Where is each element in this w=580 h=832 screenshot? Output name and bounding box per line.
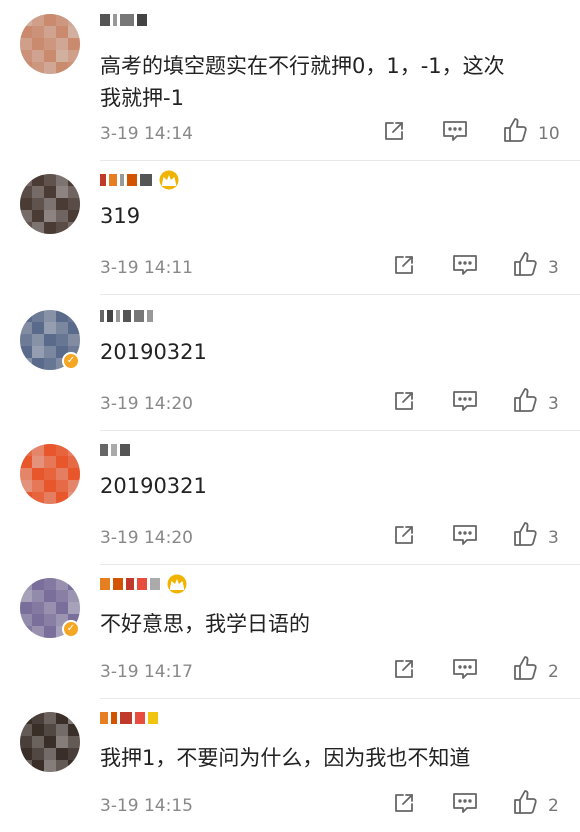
divider: [100, 294, 580, 295]
share-icon[interactable]: [392, 791, 416, 815]
comment-item[interactable]: ✓ 20190321 3-19 14:20 3: [0, 296, 580, 431]
like-count: 3: [548, 258, 559, 278]
username[interactable]: [100, 10, 147, 30]
comment-item[interactable]: ✓ 不好意思，我学日语的 3-19 14:17 2: [0, 564, 580, 699]
comment-text: 20190321: [100, 474, 207, 498]
crown-icon: [157, 170, 181, 190]
thumbs-up-icon[interactable]: [512, 251, 538, 277]
comment-text: 20190321: [100, 340, 207, 364]
comment-time: 3-19 14:20: [100, 394, 193, 414]
comment-icon[interactable]: [452, 523, 478, 547]
username[interactable]: [100, 440, 130, 460]
comment-text-line1: 高考的填空题实在不行就押0，1，-1，这次: [100, 54, 505, 78]
like-count: 3: [548, 394, 559, 414]
comment-item[interactable]: 我押1，不要问为什么，因为我也不知道 3-19 14:15 2: [0, 698, 580, 832]
verified-badge-icon: ✓: [62, 352, 80, 370]
share-icon[interactable]: [392, 389, 416, 413]
comment-text: 319: [100, 204, 141, 228]
username[interactable]: [100, 574, 189, 594]
comment-time: 3-19 14:17: [100, 662, 193, 682]
thumbs-up-icon[interactable]: [512, 387, 538, 413]
like-count: 10: [538, 124, 560, 144]
comment-icon[interactable]: [452, 253, 478, 277]
comment-time: 3-19 14:11: [100, 258, 193, 278]
crown-icon: [165, 574, 189, 594]
comment-time: 3-19 14:15: [100, 796, 193, 816]
like-count: 2: [548, 662, 559, 682]
username[interactable]: [100, 708, 158, 728]
share-icon[interactable]: [392, 657, 416, 681]
thumbs-up-icon[interactable]: [512, 655, 538, 681]
comment-text: 我押1，不要问为什么，因为我也不知道: [100, 746, 471, 770]
comment-item[interactable]: 20190321 3-19 14:20 3: [0, 430, 580, 565]
thumbs-up-icon[interactable]: [502, 117, 528, 143]
avatar[interactable]: [20, 712, 80, 772]
verified-badge-icon: ✓: [62, 620, 80, 638]
avatar[interactable]: [20, 14, 80, 74]
comment-item[interactable]: 高考的填空题实在不行就押0，1，-1，这次 我就押-1 3-19 14:14 1…: [0, 0, 580, 161]
avatar[interactable]: [20, 444, 80, 504]
username[interactable]: [100, 306, 153, 326]
comment-item[interactable]: 319 3-19 14:11 3: [0, 160, 580, 295]
thumbs-up-icon[interactable]: [512, 789, 538, 815]
comment-time: 3-19 14:14: [100, 124, 193, 144]
username[interactable]: [100, 170, 181, 190]
comment-text-line2: 我就押-1: [100, 86, 184, 110]
share-icon[interactable]: [392, 253, 416, 277]
comment-time: 3-19 14:20: [100, 528, 193, 548]
comment-icon[interactable]: [442, 119, 468, 143]
like-count: 3: [548, 528, 559, 548]
share-icon[interactable]: [392, 523, 416, 547]
comment-icon[interactable]: [452, 389, 478, 413]
comment-icon[interactable]: [452, 791, 478, 815]
like-count: 2: [548, 796, 559, 816]
comment-icon[interactable]: [452, 657, 478, 681]
thumbs-up-icon[interactable]: [512, 521, 538, 547]
avatar[interactable]: [20, 174, 80, 234]
comment-text: 不好意思，我学日语的: [100, 612, 310, 636]
share-icon[interactable]: [382, 119, 406, 143]
